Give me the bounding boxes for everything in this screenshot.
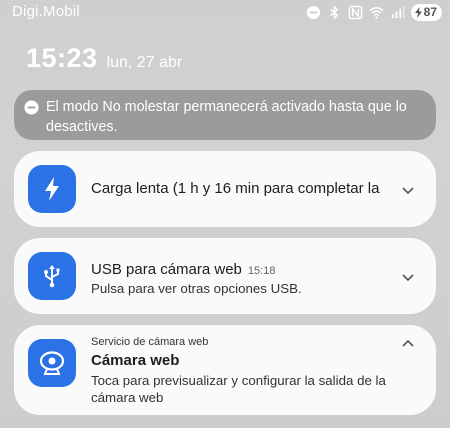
bluetooth-icon: [329, 4, 338, 20]
signal-icon: [391, 5, 405, 18]
battery-level: 87: [423, 5, 437, 19]
status-bar: Digi.Mobil 87: [0, 0, 450, 24]
dnd-banner-text: El modo No molestar permanecerá activado…: [46, 99, 407, 135]
dnd-banner[interactable]: El modo No molestar permanecerá activado…: [14, 90, 436, 140]
chevron-up-icon[interactable]: [400, 336, 416, 352]
chevron-down-icon[interactable]: [400, 269, 416, 285]
usb-app-icon: [28, 252, 76, 300]
webcam-icon: [39, 351, 65, 375]
webcam-title: Cámara web: [91, 352, 180, 369]
lightning-bolt-icon: [45, 177, 59, 201]
clock-date: lun, 27 abr: [106, 54, 183, 71]
carrier-name: Digi.Mobil: [12, 3, 80, 20]
usb-title: USB para cámara web: [91, 261, 242, 278]
usb-subtitle: Pulsa para ver otras opciones USB.: [91, 281, 302, 296]
battery-icon: 87: [410, 3, 442, 21]
dnd-icon: [24, 100, 39, 115]
notification-usb[interactable]: USB para cámara web 15:18 Pulsa para ver …: [14, 238, 436, 314]
usb-icon: [44, 265, 60, 288]
webcam-app-label: Servicio de cámara web: [91, 336, 209, 348]
lockscreen-clock: 15:23 lun, 27 abr: [26, 43, 182, 74]
webcam-app-icon: [28, 339, 76, 387]
clock-time: 15:23: [26, 43, 98, 73]
charging-title: Carga lenta (1 h y 16 min para completar…: [91, 180, 381, 197]
charging-app-icon: [28, 165, 76, 213]
webcam-subtitle: Toca para previsualizar y configurar la …: [91, 373, 386, 405]
usb-title-row: USB para cámara web 15:18: [91, 261, 275, 278]
nfc-icon: [348, 5, 362, 19]
charging-bolt-icon: [414, 6, 422, 18]
notification-charging[interactable]: Carga lenta (1 h y 16 min para completar…: [14, 151, 436, 227]
wifi-icon: [369, 6, 384, 19]
dnd-status-icon: [306, 5, 320, 19]
status-icons: 87: [306, 3, 442, 21]
chevron-down-icon[interactable]: [400, 182, 416, 198]
usb-time: 15:18: [247, 265, 276, 277]
notification-webcam[interactable]: Servicio de cámara web Cámara web Toca p…: [14, 325, 436, 415]
